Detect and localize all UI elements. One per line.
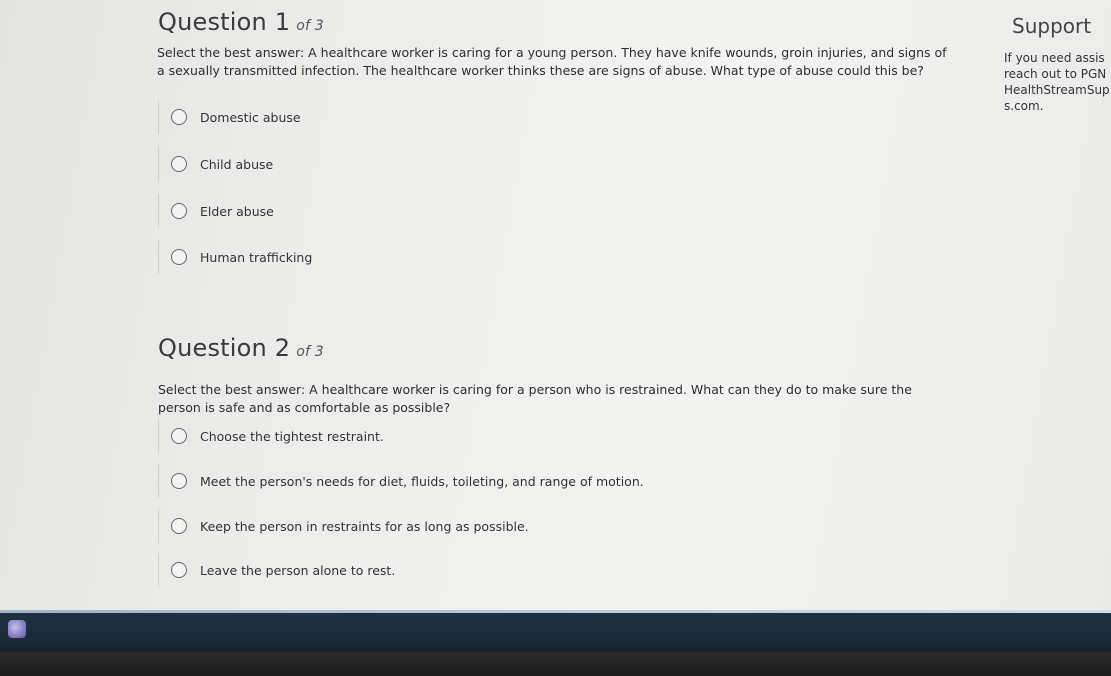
question-1-text-line-1: Select the best answer: A healthcare wor… xyxy=(157,45,947,60)
option-label: Domestic abuse xyxy=(200,109,301,125)
radio-button-icon[interactable] xyxy=(171,428,187,444)
question-2-text-line-2: person is safe and as comfortable as pos… xyxy=(158,400,451,415)
question-2-option-leave-alone[interactable]: Leave the person alone to rest. xyxy=(158,553,395,587)
question-2-text-line-1: Select the best answer: A healthcare wor… xyxy=(158,382,912,397)
taskbar-bottom-bar xyxy=(0,652,1111,676)
app-icon[interactable] xyxy=(8,620,26,638)
question-1-text: Select the best answer: A healthcare wor… xyxy=(157,44,987,80)
question-2-title-text: Question 2 xyxy=(158,334,291,362)
option-label: Choose the tightest restraint. xyxy=(200,428,384,444)
question-2-option-keep-restrained[interactable]: Keep the person in restraints for as lon… xyxy=(158,509,529,543)
question-1-count: of 3 xyxy=(296,18,324,34)
taskbar xyxy=(0,610,1111,676)
radio-button-icon[interactable] xyxy=(171,562,187,578)
option-label: Elder abuse xyxy=(200,203,274,219)
question-1-title-text: Question 1 xyxy=(158,8,291,36)
support-text: If you need assis reach out to PGN Healt… xyxy=(1004,51,1110,113)
question-2-count: of 3 xyxy=(296,344,324,360)
question-1-text-line-2: a sexually transmitted infection. The he… xyxy=(157,63,924,78)
radio-button-icon[interactable] xyxy=(171,156,187,172)
option-label: Child abuse xyxy=(200,156,274,172)
radio-button-icon[interactable] xyxy=(171,473,187,489)
question-2-text: Select the best answer: A healthcare wor… xyxy=(158,381,918,417)
question-1-option-child-abuse[interactable]: Child abuse xyxy=(158,147,273,181)
radio-button-icon[interactable] xyxy=(171,249,187,265)
option-label: Human trafficking xyxy=(200,249,313,265)
radio-button-icon[interactable] xyxy=(171,109,187,125)
support-title: Support xyxy=(1012,14,1092,38)
radio-button-icon[interactable] xyxy=(171,518,187,534)
option-label: Keep the person in restraints for as lon… xyxy=(200,518,529,534)
question-2-option-meet-needs[interactable]: Meet the person's needs for diet, fluids… xyxy=(158,464,644,498)
option-label: Leave the person alone to rest. xyxy=(200,562,396,578)
radio-button-icon[interactable] xyxy=(171,203,187,219)
question-2-option-tightest-restraint[interactable]: Choose the tightest restraint. xyxy=(158,419,384,453)
question-1-option-human-trafficking[interactable]: Human trafficking xyxy=(158,240,312,274)
question-1-option-elder-abuse[interactable]: Elder abuse xyxy=(158,194,274,228)
question-1-title: Question 1 of 3 xyxy=(158,8,324,36)
question-2-title: Question 2 of 3 xyxy=(158,334,324,362)
option-label: Meet the person's needs for diet, fluids… xyxy=(200,473,644,489)
question-1-option-domestic-abuse[interactable]: Domestic abuse xyxy=(158,100,301,134)
